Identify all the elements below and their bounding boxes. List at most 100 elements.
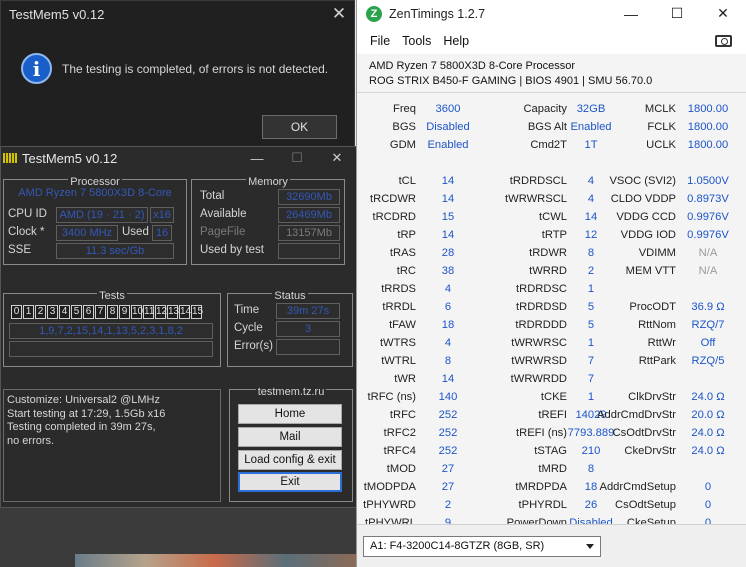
timing-label: tRRDS: [381, 283, 416, 295]
log-output: Customize: Universal2 @LMHz Start testin…: [3, 389, 221, 502]
timing-value: 140: [438, 391, 458, 403]
menu-file[interactable]: File: [364, 34, 396, 48]
timing-label: RttWr: [647, 337, 676, 349]
timing-value: 8: [587, 247, 595, 259]
menu-help[interactable]: Help: [437, 34, 475, 48]
timing-value: 0: [704, 499, 712, 511]
timing-label: tRAS: [389, 247, 416, 259]
test-number-cell: 2: [35, 305, 46, 319]
timing-label: tRFC2: [383, 427, 416, 439]
pagefile-label: PageFile: [200, 226, 246, 238]
ok-button[interactable]: OK: [262, 115, 337, 139]
tests-group-title: Tests: [97, 290, 127, 302]
test-number-cell: 6: [83, 305, 94, 319]
timing-label: ProcODT: [629, 301, 676, 313]
maximize-icon: ☐: [291, 150, 303, 165]
timing-label: CsOdtDrvStr: [612, 427, 676, 439]
timing-value: 24.0 Ω: [691, 427, 725, 439]
site-group-title: testmem.tz.ru: [255, 386, 327, 398]
timing-label: CkeDrvStr: [624, 445, 676, 457]
timing-value: 252: [438, 409, 458, 421]
timing-value: 1800.00: [687, 121, 729, 133]
sse-label: SSE: [8, 244, 32, 256]
test-numbers: 0 1 2 3 4 5 6 7 8 9 10 11 12 13 14 15: [11, 305, 204, 319]
timing-label: MCLK: [644, 103, 676, 115]
total-field: 32690Mb: [278, 189, 340, 205]
timing-value: 20.0 Ω: [691, 409, 725, 421]
memory-group-title: Memory: [246, 176, 290, 188]
timing-label: VDDG CCD: [616, 211, 676, 223]
zentimings-window: Z ZenTimings 1.2.7 — ☐ ✕ File Tools Help…: [356, 0, 746, 567]
timing-value: Enabled: [570, 121, 612, 133]
close-icon[interactable]: ✕: [700, 5, 746, 22]
clock-label: Clock *: [8, 226, 45, 238]
timing-value: 14: [441, 229, 455, 241]
mail-button[interactable]: Mail: [238, 427, 342, 447]
timing-value: Disabled: [426, 121, 470, 133]
timing-label: tRCDWR: [370, 193, 416, 205]
timing-value: 0: [704, 481, 712, 493]
dialog-titlebar: TestMem5 v0.12 ✕: [1, 1, 354, 27]
timing-label: RttPark: [638, 355, 676, 367]
test-number-cell: 13: [167, 305, 180, 319]
timing-value: 1: [587, 337, 595, 349]
screenshot-camera-icon[interactable]: [715, 35, 732, 47]
timing-label: CsOdtSetup: [615, 499, 676, 511]
timing-label: tRRDL: [382, 301, 416, 313]
timing-label: tRCDRD: [372, 211, 416, 223]
timing-value: 4: [444, 337, 452, 349]
timing-label: tWTRS: [379, 337, 416, 349]
dialog-message: The testing is completed, of errors is n…: [62, 61, 329, 76]
errors-field: [276, 339, 340, 355]
completion-dialog: TestMem5 v0.12 ✕ i The testing is comple…: [0, 0, 355, 150]
timing-value: 3600: [435, 103, 461, 115]
home-button[interactable]: Home: [238, 404, 342, 424]
sse-field: 11.3 sec/Gb: [56, 243, 174, 259]
timing-value: 252: [438, 427, 458, 439]
test-number-cell: 14: [179, 305, 192, 319]
menu-tools[interactable]: Tools: [396, 34, 437, 48]
timing-value: RZQ/5: [691, 355, 725, 367]
timing-label: tCL: [398, 175, 416, 187]
timing-value: 7: [587, 355, 595, 367]
separator: [357, 92, 746, 93]
used-by-test-field: [278, 243, 340, 259]
menu-bar: File Tools Help: [357, 27, 746, 54]
timing-value: 5: [587, 301, 595, 313]
system-info: AMD Ryzen 7 5800X3D 8-Core Processor ROG…: [369, 59, 652, 89]
timing-value: 1800.00: [687, 103, 729, 115]
maximize-icon[interactable]: ☐: [654, 5, 700, 22]
timing-label: AddrCmdDrvStr: [597, 409, 676, 421]
timing-value: 18: [441, 319, 455, 331]
minimize-icon[interactable]: —: [237, 151, 277, 166]
load-config-exit-button[interactable]: Load config & exit: [238, 450, 342, 470]
timing-value: 14: [441, 373, 455, 385]
testmem5-window: TestMem5 v0.12 — ☐ ✕ Processor AMD Ryzen…: [0, 146, 358, 508]
timing-label: BGS: [392, 121, 416, 133]
exit-button[interactable]: Exit: [238, 472, 342, 492]
cpu-name: AMD Ryzen 7 5800X3D 8-Core Processor: [369, 60, 576, 72]
timing-label: tWTRL: [381, 355, 416, 367]
errors-label: Error(s): [234, 340, 273, 352]
timing-value: 210: [581, 445, 601, 457]
desktop-background: [0, 508, 356, 567]
timing-value: 28: [441, 247, 455, 259]
timing-label: CLDO VDDP: [610, 193, 676, 205]
minimize-icon[interactable]: —: [608, 6, 654, 22]
timing-value: 252: [438, 445, 458, 457]
test-number-cell: 15: [191, 305, 204, 319]
test-number-cell: 7: [95, 305, 106, 319]
timing-value: 14: [441, 175, 455, 187]
test-sequence-field: 1,9,7,2,15,14,1,13,5,2,3,1,8,2: [9, 323, 213, 339]
dimm-selector[interactable]: A1: F4-3200C14-8GTZR (8GB, SR): [363, 536, 601, 557]
timing-label: VDIMM: [638, 247, 676, 259]
zentimings-titlebar: Z ZenTimings 1.2.7 — ☐ ✕: [357, 0, 746, 27]
timing-value: Enabled: [427, 139, 469, 151]
timing-label: UCLK: [646, 139, 676, 151]
timing-value: 1800.00: [687, 139, 729, 151]
close-icon[interactable]: ✕: [324, 4, 354, 24]
test-number-cell: 0: [11, 305, 22, 319]
test-number-cell: 10: [131, 305, 144, 319]
timing-label: GDM: [389, 139, 416, 151]
close-icon[interactable]: ✕: [317, 150, 357, 166]
